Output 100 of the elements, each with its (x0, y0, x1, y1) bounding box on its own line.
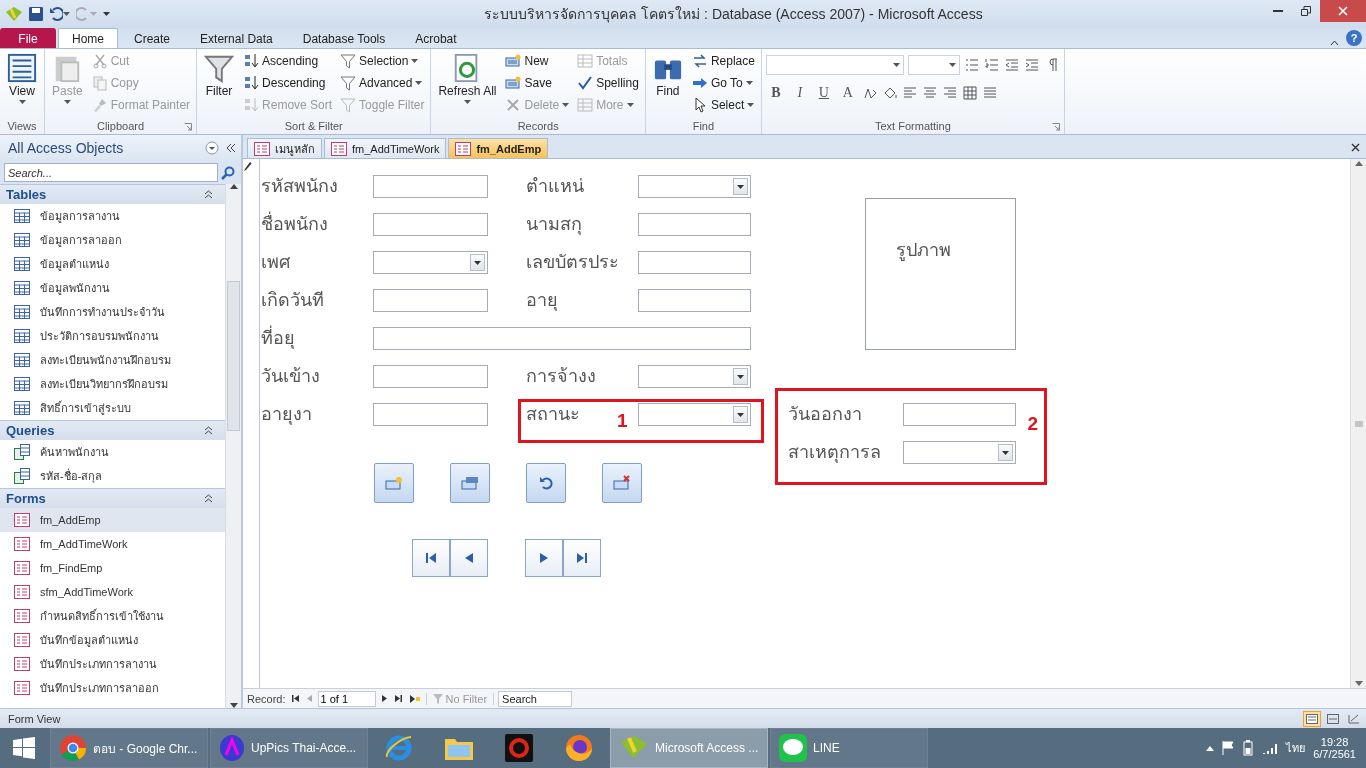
text-field[interactable] (373, 327, 751, 350)
new-record-button[interactable] (407, 694, 422, 703)
taskbar-item[interactable]: UpPics Thai-Acce... (210, 728, 368, 768)
delete-record-button[interactable] (602, 463, 642, 503)
search-field[interactable]: Search... (4, 163, 218, 182)
scrollbar[interactable] (1350, 159, 1366, 688)
ribbon-tab[interactable]: Create (120, 28, 185, 48)
nav-item[interactable]: ประวัติการอบรมพนักงาน (0, 324, 225, 348)
grip-icon (1354, 420, 1363, 427)
document-tab[interactable]: fm_AddTimeWork (324, 138, 447, 158)
ribbon-tab[interactable]: External Data (186, 28, 287, 48)
text-field[interactable] (373, 289, 488, 312)
dropdown-circle-icon (205, 141, 219, 155)
text-field[interactable] (903, 403, 1016, 426)
help-button[interactable]: ? (1346, 30, 1362, 46)
nav-item[interactable]: รหัส-ชื่อ-สกุล (0, 464, 225, 488)
scrollbar[interactable] (225, 184, 241, 708)
flag-icon (1222, 741, 1235, 755)
document-tab[interactable]: เมนูหลัก (247, 138, 322, 158)
nav-item[interactable]: บันทึกประเภทการลาออก (0, 676, 225, 700)
ribbon-button[interactable]: Advanced (338, 73, 427, 93)
combo-box[interactable] (373, 251, 488, 274)
section-header[interactable]: Tables (0, 184, 225, 204)
add-record-button[interactable] (374, 463, 414, 503)
combo-box[interactable] (903, 441, 1016, 464)
record-icon (385, 475, 403, 491)
search-field[interactable]: Search (498, 690, 573, 707)
language-indicator[interactable]: ไทย (1286, 739, 1306, 757)
ribbon-button[interactable]: Selection (338, 51, 427, 71)
ribbon-tab[interactable]: File (0, 28, 56, 48)
nav-item[interactable]: ข้อมูลการลางาน (0, 204, 225, 228)
section-header[interactable]: Forms (0, 488, 225, 508)
save-button[interactable] (26, 5, 46, 23)
ribbon-button[interactable]: Replace (689, 51, 757, 71)
nav-item[interactable]: กำหนดสิทธิ์การเข้าใช้งาน (0, 604, 225, 628)
ribbon-tab[interactable]: Home (58, 28, 118, 48)
save-record-button[interactable] (450, 463, 490, 503)
nav-item[interactable]: บันทึกข้อมูลตำแหน่ง (0, 628, 225, 652)
italic-button[interactable]: I (789, 83, 810, 103)
nav-item[interactable]: สิทธิ์การเข้าสู่ระบบ (0, 396, 225, 420)
nav-item[interactable]: ข้อมูลการลาออก (0, 228, 225, 252)
first-record-button[interactable] (412, 539, 450, 577)
text-field[interactable] (638, 213, 751, 236)
text-field[interactable] (373, 365, 488, 388)
taskbar-item[interactable]: LINE (770, 728, 928, 768)
nav-item[interactable]: ลงทะเบียนวิทยากรฝึกอบรม (0, 372, 225, 396)
next-record-button[interactable] (379, 695, 389, 702)
underline-button[interactable]: U (813, 83, 834, 103)
query-icon (14, 468, 30, 484)
last-record-button[interactable] (392, 695, 404, 702)
previous-icon (306, 695, 312, 702)
text-field[interactable] (373, 403, 488, 426)
document-tab[interactable]: fm_AddEmp (448, 138, 549, 158)
text-field[interactable] (638, 289, 751, 312)
nav-item[interactable]: fm_AddEmp (0, 508, 225, 532)
combo-box[interactable] (638, 365, 751, 388)
first-record-button[interactable] (289, 695, 301, 702)
text-field[interactable] (638, 251, 751, 274)
text-field[interactable] (373, 213, 488, 236)
ribbon-button[interactable]: Go To (689, 73, 757, 93)
close-icon (1338, 6, 1348, 16)
combo-box[interactable] (638, 403, 751, 426)
ribbon-button[interactable]: Descending (241, 73, 335, 93)
nav-item[interactable]: ลงทะเบียนพนักงานฝึกอบรม (0, 348, 225, 372)
next-record-button[interactable] (525, 539, 563, 577)
size-select[interactable] (907, 55, 960, 75)
combo-box[interactable] (638, 175, 751, 198)
ribbon-button[interactable]: Refresh All (435, 51, 500, 118)
font-select[interactable] (765, 55, 904, 75)
ribbon-button[interactable]: Find (649, 51, 686, 118)
nav-item[interactable]: ข้อมูลตำแหน่ง (0, 252, 225, 276)
ribbon-tab[interactable]: Acrobat (401, 28, 471, 48)
ribbon-button[interactable]: Select (689, 95, 757, 115)
nav-item[interactable]: ค้นหาพนักงาน (0, 440, 225, 464)
ribbon-button[interactable]: New (503, 51, 572, 71)
record-position-field[interactable]: 1 of 1 (317, 690, 376, 707)
nav-item[interactable]: sfm_AddTimeWork (0, 580, 225, 604)
ribbon-button[interactable]: Spelling (575, 73, 641, 93)
ribbon-button[interactable]: Ascending (241, 51, 335, 71)
bold-button[interactable]: B (765, 83, 786, 103)
nav-item[interactable]: บันทึกการทำงานประจำวัน (0, 300, 225, 324)
nav-item[interactable]: fm_AddTimeWork (0, 532, 225, 556)
ribbon-button[interactable]: Save (503, 73, 572, 93)
scroll-thumb[interactable] (227, 281, 240, 431)
undo-record-button[interactable] (526, 463, 566, 503)
font-color-button[interactable]: A (837, 83, 858, 103)
nav-item[interactable]: บันทึกประเภทการลางาน (0, 652, 225, 676)
customize-button[interactable] (100, 10, 113, 18)
nav-item[interactable]: ข้อมูลพนักงาน (0, 276, 225, 300)
section-header[interactable]: Queries (0, 420, 225, 440)
previous-record-button[interactable] (450, 539, 488, 577)
taskbar-item[interactable]: ตอบ - Google Chr... (50, 728, 208, 768)
nav-item[interactable]: fm_FindEmp (0, 556, 225, 580)
list-icon (7, 53, 37, 83)
ribbon-tab[interactable]: Database Tools (288, 28, 400, 48)
ribbon-button[interactable]: Filter (201, 51, 238, 118)
text-field[interactable] (373, 175, 488, 198)
last-record-button[interactable] (563, 539, 601, 577)
form-view-button[interactable] (1303, 710, 1321, 727)
ribbon-button[interactable]: View (4, 51, 40, 118)
